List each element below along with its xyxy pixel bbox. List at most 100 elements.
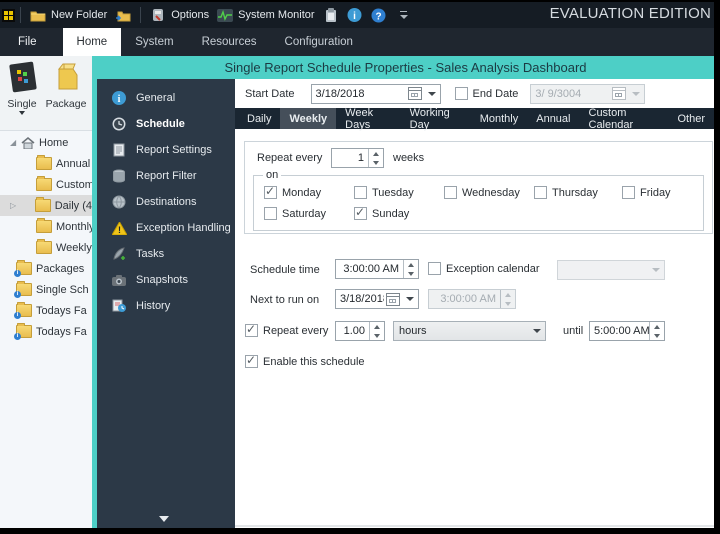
schedule-tab-strip: Daily Weekly Week Days Working Day Month… — [235, 108, 714, 129]
tree-item-todays-2[interactable]: Todays Fa — [0, 321, 92, 342]
end-date-value: 3/ 9/3004 — [531, 88, 610, 100]
sunday-checkbox[interactable]: ✓ — [354, 207, 367, 220]
tab-system[interactable]: System — [121, 28, 187, 56]
tree-item-packages[interactable]: Packages — [0, 258, 92, 279]
tab-configuration[interactable]: Configuration — [271, 28, 367, 56]
spin-up-icon[interactable] — [654, 325, 660, 329]
move-folder-button[interactable] — [111, 7, 135, 23]
tree-item-home[interactable]: ◢ Home — [0, 132, 92, 153]
tree-item-daily[interactable]: ▷ Daily (4 — [0, 195, 92, 216]
friday-checkbox[interactable] — [622, 186, 635, 199]
expander-collapsed-icon[interactable]: ▷ — [10, 201, 18, 210]
weekly-group: Repeat every 1 weeks on ✓ Monday Tuesday — [244, 141, 713, 234]
until-time-input[interactable]: 5:00:00 AM — [589, 321, 665, 341]
single-schedule-button[interactable]: Single — [0, 56, 44, 130]
until-label: until — [563, 325, 583, 337]
nav-item-destinations[interactable]: Destinations — [97, 189, 235, 215]
spin-up-icon[interactable] — [408, 263, 414, 267]
system-monitor-button[interactable]: System Monitor — [213, 7, 318, 23]
schedule-clock-icon — [111, 116, 127, 132]
spinner[interactable] — [649, 322, 664, 340]
dropdown-arrow-icon[interactable] — [406, 297, 414, 301]
tab-other[interactable]: Other — [668, 108, 714, 129]
repeat-interval-value: 1.00 — [336, 325, 369, 337]
clipboard-button[interactable] — [319, 7, 343, 23]
tab-annual[interactable]: Annual — [527, 108, 579, 129]
tab-monthly[interactable]: Monthly — [471, 108, 528, 129]
tab-home[interactable]: Home — [63, 28, 122, 56]
nav-scroll-down-icon[interactable] — [159, 516, 169, 522]
tree-item-label: Weekly — [56, 242, 92, 254]
thursday-checkbox[interactable] — [534, 186, 547, 199]
dialog-main: Start Date 3/18/2018 End Date 3/ 9/3004 — [235, 79, 714, 528]
nav-item-tasks[interactable]: Tasks — [97, 241, 235, 267]
tree-item-single-sch[interactable]: Single Sch — [0, 279, 92, 300]
enable-schedule-checkbox[interactable]: ✓ — [245, 355, 258, 368]
tab-working-day[interactable]: Working Day — [401, 108, 471, 129]
svg-text:i: i — [118, 94, 121, 105]
tree-item-custom[interactable]: Custom — [0, 174, 92, 195]
spin-down-icon[interactable] — [408, 272, 414, 276]
enable-schedule-row: ✓ Enable this schedule — [245, 355, 365, 368]
bottom-scrollbar[interactable] — [235, 525, 714, 527]
tuesday-checkbox[interactable] — [354, 186, 367, 199]
about-button[interactable]: i — [343, 7, 367, 23]
tab-weekly[interactable]: Weekly — [280, 108, 336, 129]
tab-custom-calendar[interactable]: Custom Calendar — [580, 108, 669, 129]
tab-resources[interactable]: Resources — [188, 28, 271, 56]
nav-item-schedule[interactable]: Schedule — [97, 111, 235, 137]
nav-item-report-filter[interactable]: Report Filter — [97, 163, 235, 189]
spin-up-icon[interactable] — [374, 325, 380, 329]
tree-item-label: Custom — [56, 179, 92, 191]
dropdown-arrow-icon[interactable] — [533, 329, 541, 333]
spinner[interactable] — [403, 260, 418, 278]
expander-expanded-icon[interactable]: ◢ — [10, 138, 18, 147]
app-logo-icon — [2, 9, 15, 22]
spinner[interactable] — [368, 149, 383, 167]
spin-down-icon[interactable] — [654, 334, 660, 338]
repeat-every-label: Repeat every — [257, 152, 322, 164]
new-folder-icon — [30, 7, 46, 23]
single-dropdown-icon[interactable] — [19, 111, 25, 115]
saturday-checkbox[interactable] — [264, 207, 277, 220]
toolbar-overflow-button[interactable] — [399, 11, 408, 20]
folder-icon — [36, 157, 52, 170]
exception-calendar-checkbox[interactable] — [428, 262, 441, 275]
tree-item-annual[interactable]: Annual — [0, 153, 92, 174]
start-date-input[interactable]: 3/18/2018 — [311, 84, 441, 104]
nav-item-report-settings[interactable]: Report Settings — [97, 137, 235, 163]
wednesday-checkbox[interactable] — [444, 186, 457, 199]
end-date-checkbox[interactable] — [455, 87, 468, 100]
spinner[interactable] — [369, 322, 384, 340]
next-run-time-input: 3:00:00 AM — [428, 289, 516, 309]
tree-item-label: Todays Fa — [36, 305, 87, 317]
package-schedule-button[interactable]: Package — [44, 56, 88, 130]
repeat-interval-input[interactable]: 1.00 — [335, 321, 385, 341]
spin-up-icon[interactable] — [373, 152, 379, 156]
monday-checkbox[interactable]: ✓ — [264, 186, 277, 199]
help-button[interactable]: ? — [367, 7, 391, 23]
checkmark: ✓ — [355, 205, 365, 219]
nav-item-snapshots[interactable]: Snapshots — [97, 267, 235, 293]
tab-week-days[interactable]: Week Days — [336, 108, 400, 129]
options-button[interactable]: Options — [146, 7, 213, 23]
tab-daily[interactable]: Daily — [238, 108, 280, 129]
warning-icon: ! — [111, 220, 127, 236]
spin-down-icon[interactable] — [374, 334, 380, 338]
repeat-unit-select[interactable]: hours — [393, 321, 546, 341]
nav-item-exception-handling[interactable]: ! Exception Handling — [97, 215, 235, 241]
tree-item-monthly[interactable]: Monthly — [0, 216, 92, 237]
tab-file[interactable]: File — [2, 28, 53, 56]
spin-down-icon[interactable] — [373, 161, 379, 165]
next-run-date-input[interactable]: 3/18/2018 — [335, 289, 419, 309]
nav-item-history[interactable]: History — [97, 293, 235, 319]
options-label: Options — [171, 9, 209, 21]
schedule-time-input[interactable]: 3:00:00 AM — [335, 259, 419, 279]
repeat-weeks-input[interactable]: 1 — [331, 148, 384, 168]
new-folder-button[interactable]: New Folder — [26, 7, 111, 23]
nav-item-general[interactable]: i General — [97, 85, 235, 111]
tree-item-weekly[interactable]: Weekly — [0, 237, 92, 258]
dropdown-arrow-icon[interactable] — [428, 92, 436, 96]
repeat-every-checkbox[interactable]: ✓ — [245, 324, 258, 337]
tree-item-todays-1[interactable]: Todays Fa — [0, 300, 92, 321]
